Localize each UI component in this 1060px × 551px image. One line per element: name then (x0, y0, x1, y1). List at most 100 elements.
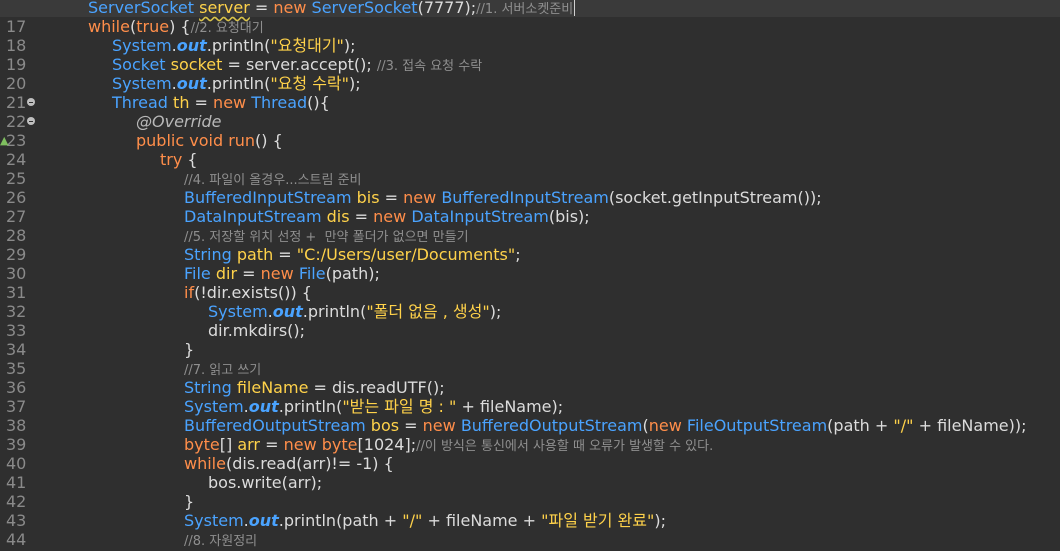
code-line-text: bos.write(arr); (208, 473, 322, 492)
code-line-text: //7. 읽고 쓰기 (184, 359, 261, 380)
code-line-text: DataInputStream dis = new DataInputStrea… (184, 207, 590, 226)
code-line[interactable]: @Override (0, 112, 1060, 131)
code-token: = (237, 264, 261, 283)
code-line-text: dir.mkdirs(); (208, 321, 305, 340)
code-token: ServerSocket (311, 0, 418, 17)
code-token: byte (321, 435, 358, 454)
code-token: if (184, 283, 195, 302)
code-token: File (298, 264, 326, 283)
code-token: String (184, 378, 232, 397)
code-line-text: if(!dir.exists()) { (184, 283, 312, 302)
code-line[interactable]: String path = "C:/Users/user/Documents"; (0, 245, 1060, 264)
code-token: new (273, 0, 307, 17)
code-token: ; (515, 245, 521, 264)
code-string: "폴더 없음 , 생성" (366, 302, 490, 321)
code-line[interactable]: System.out.println("폴더 없음 , 생성"); (0, 302, 1060, 321)
code-line[interactable]: System.out.println("요청 수락"); (0, 74, 1060, 93)
code-token: = dis.readUTF(); (308, 378, 445, 397)
code-line[interactable]: Socket socket = server.accept(); //3. 접속… (0, 55, 1060, 74)
code-token: .println( (302, 302, 367, 321)
code-token: ServerSocket (88, 0, 195, 17)
code-token: path (236, 245, 274, 264)
code-token: () { (255, 131, 283, 150)
code-line-text: BufferedInputStream bis = new BufferedIn… (184, 188, 822, 207)
code-token: (){ (307, 93, 330, 112)
code-string: "요청대기" (270, 36, 344, 55)
code-token: = (189, 93, 214, 112)
code-line[interactable]: public void run() { (0, 131, 1060, 150)
code-token: void (189, 131, 224, 150)
code-line[interactable]: } (0, 492, 1060, 511)
code-line[interactable]: while(dis.read(arr)!= -1) { (0, 454, 1060, 473)
code-token: = (273, 245, 297, 264)
code-line-text: //8. 자원정리 (184, 530, 257, 551)
code-token: ); (654, 511, 666, 530)
code-line[interactable]: //4. 파일이 올경우...스트림 준비 (0, 169, 1060, 188)
code-token: ]; (404, 435, 417, 454)
code-string: "/" (893, 416, 914, 435)
code-line[interactable]: DataInputStream dis = new DataInputStrea… (0, 207, 1060, 226)
code-token: 1024 (363, 435, 405, 454)
code-token: byte (184, 435, 220, 454)
code-token: (bis); (548, 207, 590, 226)
code-token: File (184, 264, 211, 283)
code-token: try (160, 150, 183, 169)
code-token: th (173, 93, 190, 112)
code-token: } (184, 492, 195, 511)
code-line[interactable]: ServerSocket server = new ServerSocket(7… (0, 0, 1060, 17)
code-line[interactable]: Thread th = new Thread(){ (0, 93, 1060, 112)
code-line-text: } (184, 340, 194, 359)
code-token: System (184, 397, 244, 416)
code-line[interactable]: //8. 자원정리 (0, 530, 1060, 549)
code-line[interactable]: bos.write(arr); (0, 473, 1060, 492)
code-token: (dis.read(arr)!= -1) { (225, 454, 394, 473)
code-line[interactable]: System.out.println("요청대기"); (0, 36, 1060, 55)
code-line-text: byte[] arr = new byte[1024];//이 방식은 통신에서… (184, 435, 713, 456)
code-token: out (272, 302, 303, 321)
code-token: Thread (112, 93, 168, 112)
code-token: = (399, 416, 423, 435)
code-line[interactable]: File dir = new File(path); (0, 264, 1060, 283)
code-editor[interactable]: 16◆17181920212223▲2425262728293031323334… (0, 0, 1060, 551)
code-line[interactable]: System.out.println("받는 파일 명 : " + fileNa… (0, 397, 1060, 416)
code-comment: //4. 파일이 올경우...스트림 준비 (184, 173, 362, 188)
code-token: out (248, 397, 279, 416)
code-line-text: @Override (136, 112, 222, 131)
code-token: out (176, 74, 207, 93)
code-line[interactable]: String fileName = dis.readUTF(); (0, 378, 1060, 397)
code-line[interactable]: byte[] arr = new byte[1024];//이 방식은 통신에서… (0, 435, 1060, 454)
code-line[interactable]: BufferedInputStream bis = new BufferedIn… (0, 188, 1060, 207)
code-token: Thread (251, 93, 308, 112)
code-line[interactable]: //7. 읽고 쓰기 (0, 359, 1060, 378)
code-line-text: while(true) {//2. 요청대기 (88, 17, 264, 38)
code-token: [] (219, 435, 238, 454)
code-token: System (208, 302, 268, 321)
code-token: BufferedOutputStream (184, 416, 366, 435)
code-token: System (112, 36, 172, 55)
code-line[interactable]: } (0, 340, 1060, 359)
code-line[interactable]: while(true) {//2. 요청대기 (0, 17, 1060, 36)
code-token: bos (370, 416, 400, 435)
code-token: + fileName); (456, 397, 564, 416)
code-token: ); (343, 36, 356, 55)
code-comment: //5. 저장할 위치 선정 + 만약 폴더가 없으면 만들기 (184, 230, 469, 245)
code-token: { (182, 150, 198, 169)
code-line-text: System.out.println("요청 수락"); (112, 74, 361, 93)
code-line[interactable]: System.out.println(path + "/" + fileName… (0, 511, 1060, 530)
code-line[interactable]: //5. 저장할 위치 선정 + 만약 폴더가 없으면 만들기 (0, 226, 1060, 245)
code-line-text: public void run() { (136, 131, 283, 150)
code-token: = (379, 188, 404, 207)
code-token: new (283, 435, 317, 454)
code-token: while (88, 17, 130, 36)
code-line[interactable]: if(!dir.exists()) { (0, 283, 1060, 302)
code-line-text: Socket socket = server.accept(); //3. 접속… (112, 55, 482, 76)
code-token: .println( (206, 74, 271, 93)
code-token: DataInputStream (184, 207, 322, 226)
code-line[interactable]: BufferedOutputStream bos = new BufferedO… (0, 416, 1060, 435)
code-line[interactable]: try { (0, 150, 1060, 169)
code-line[interactable]: dir.mkdirs(); (0, 321, 1060, 340)
code-token: fileName (236, 378, 309, 397)
code-token: + fileName + (422, 511, 542, 530)
code-token: new (373, 207, 407, 226)
code-token: System (184, 511, 244, 530)
